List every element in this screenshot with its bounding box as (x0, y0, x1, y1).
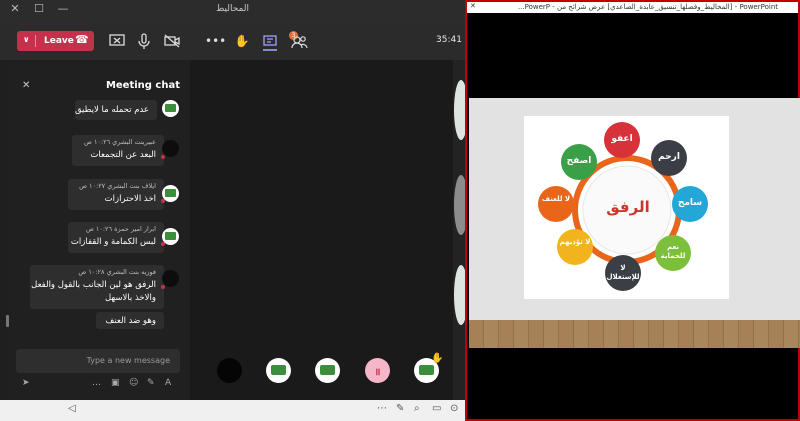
important-dot (161, 285, 165, 289)
message-text: وهو ضد العنف (105, 316, 156, 326)
slide-icon[interactable]: ▭ (432, 403, 441, 414)
petal-label: سامح (677, 198, 703, 208)
petal-label: اصفح (566, 156, 592, 166)
send-icon[interactable]: ➤ (22, 378, 30, 388)
message-text: لبس الكمامة و القفازات (70, 237, 156, 247)
pen-icon[interactable]: ✎ (396, 403, 404, 414)
avatar (162, 100, 179, 117)
avatar (162, 185, 179, 202)
participant-avatar[interactable] (266, 358, 291, 383)
more-options-icon[interactable]: … (92, 378, 101, 388)
meeting-stage: ॥ ✋ (190, 60, 468, 400)
message-sender: ابرار امير حمزة (114, 225, 156, 233)
participants-icon[interactable] (289, 31, 309, 51)
petal-label: ارحم (658, 152, 680, 162)
zoom-icon[interactable]: ⌕ (414, 403, 420, 414)
petal-label: لا تؤذيهم (559, 238, 591, 246)
meeting-timer: 35:41 (436, 35, 462, 45)
camera-off-icon[interactable] (162, 31, 182, 51)
chat-message: وهو ضد العنف (96, 312, 164, 329)
teams-window: ✕ ☐ — المحاليط ∨ Leave ☎ ••• ✋ 3 35:41 ✕… (0, 0, 468, 421)
petal-label: لا للعنف (541, 195, 571, 203)
leave-label: Leave (44, 36, 74, 46)
avatar (162, 228, 179, 245)
message-sender: عبيرينت البشري (112, 138, 156, 146)
wooden-floor (469, 320, 800, 348)
petal-label: اعفو (611, 134, 633, 144)
meeting-toolbar: ∨ Leave ☎ ••• ✋ 3 35:41 (0, 22, 465, 60)
microphone-icon[interactable] (134, 31, 154, 51)
chat-icon[interactable] (260, 31, 280, 51)
chat-message: ابرار امير حمزة ١٠:٢٦ ص لبس الكمامة و ال… (68, 222, 165, 253)
chat-message: عبيرينت البشري ١٠:٢٦ ص البعد عن التجمعات (72, 135, 165, 166)
compose-toolbar: ➤ … ▣ ☺ ✎ A (16, 378, 180, 390)
message-text: البعد عن التجمعات (90, 150, 156, 160)
slide-graphic: الرفق اعفو ارحم سامح نعم للحماية لا للإس… (524, 116, 729, 299)
raised-hand-icon: ✋ (431, 353, 444, 364)
chat-message: فوزيه بنت البشري ١٠:٢٨ ص الرفق هو لين ال… (30, 265, 165, 309)
window-title: PowerPoint - [المخاليط_وفصلها_تنسيق_عابد… (517, 3, 778, 11)
message-time: ١٠:٢٧ ص (79, 182, 106, 190)
participant-avatar[interactable] (315, 358, 340, 383)
share-screen-icon[interactable] (107, 31, 127, 51)
message-text: عدم تحمله ما لايطيق (74, 105, 149, 115)
taskbar: ◁ ⋯ ✎ ⌕ ▭ ⊙ (0, 400, 465, 421)
message-time: ١٠:٢٨ ص (78, 268, 105, 276)
powerpoint-titlebar: ✕ PowerPoint - [المخاليط_وفصلها_تنسيق_عا… (467, 2, 798, 13)
leave-button[interactable]: ∨ Leave ☎ (17, 31, 94, 51)
phone-hangup-icon: ☎ (75, 33, 89, 46)
attach-icon[interactable]: ✎ (147, 378, 155, 388)
back-icon[interactable]: ◁ (68, 403, 76, 414)
center-label: الرفق (606, 198, 650, 216)
avatar (162, 140, 179, 157)
important-dot (161, 155, 165, 159)
chat-message: عدم تحمله ما لايطيق (75, 100, 157, 120)
raise-hand-icon[interactable]: ✋ (232, 31, 252, 51)
message-time: ١٠:٢٦ ص (84, 138, 111, 146)
slide: الرفق اعفو ارحم سامح نعم للحماية لا للإس… (469, 98, 800, 348)
message-time: ١٠:٢٦ ص (85, 225, 113, 233)
participant-avatar[interactable] (217, 358, 242, 383)
avatar (162, 270, 179, 287)
emoji-icon[interactable]: ☺ (129, 378, 138, 388)
close-icon[interactable]: ✕ (22, 80, 30, 91)
message-sender: فوزيه بنت البشري (106, 268, 156, 276)
close-icon[interactable]: ✕ (470, 2, 476, 10)
message-input[interactable]: Type a new message (16, 349, 180, 373)
chat-title: Meeting chat (105, 80, 180, 91)
petal-label: لا للإستغلال (606, 264, 640, 281)
teams-titlebar: ✕ ☐ — المحاليط (0, 0, 465, 22)
message-text: اخذ الاحترازات (104, 194, 156, 204)
message-text: الرفق هو لين الجانب بالقول والفعل (31, 280, 156, 290)
chat-message: ايلاف بنت البشري ١٠:٢٧ ص اخذ الاحترازات (68, 179, 165, 210)
powerpoint-window: ✕ PowerPoint - [المخاليط_وفصلها_تنسيق_عا… (465, 0, 800, 421)
more-options-icon[interactable]: ⋯ (377, 403, 387, 414)
petal (538, 186, 574, 222)
participant-avatar[interactable]: ॥ (365, 358, 390, 383)
message-sender: ايلاف بنت البشري (107, 182, 156, 190)
chevron-down-icon[interactable]: ∨ (23, 35, 30, 44)
format-icon[interactable]: A (165, 378, 171, 388)
grid-icon[interactable]: ⊙ (450, 403, 458, 414)
window-title: المحاليط (216, 4, 249, 14)
petal-label: نعم للحماية (660, 243, 686, 260)
scrollbar[interactable] (6, 315, 9, 327)
message-text-line2: والاخذ بالاسهل (104, 293, 156, 303)
petal (557, 229, 593, 265)
sticker-icon[interactable]: ▣ (111, 378, 120, 388)
pause-icon: ॥ (374, 367, 381, 378)
more-options-icon[interactable]: ••• (205, 31, 226, 51)
message-placeholder: Type a new message (86, 356, 170, 365)
